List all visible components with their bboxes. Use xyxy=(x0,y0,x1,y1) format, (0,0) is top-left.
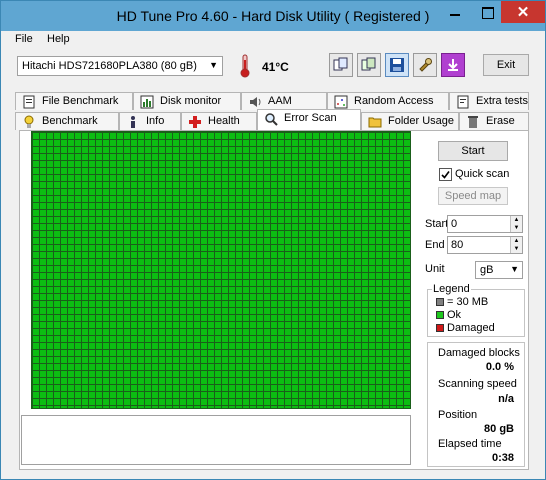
wrench-icon xyxy=(419,58,432,72)
tab-aam[interactable]: AAM xyxy=(241,92,327,110)
legend-item-ok: Ok xyxy=(436,309,461,321)
tab-health[interactable]: Health xyxy=(181,112,257,130)
tab-label: Disk monitor xyxy=(160,95,222,107)
scan-statistics: Damaged blocks 0.0 % Scanning speed n/a … xyxy=(427,342,525,467)
damaged-blocks-value: 0.0 % xyxy=(485,361,514,373)
tab-label: AAM xyxy=(268,95,292,107)
main-window: HD Tune Pro 4.60 - Hard Disk Utility ( R… xyxy=(0,0,546,480)
drive-select-value: Hitachi HDS721680PLA380 (80 gB) xyxy=(22,60,197,72)
legend-item-damaged: Damaged xyxy=(436,322,495,334)
menu-bar: File Help xyxy=(1,31,545,49)
speaker-icon xyxy=(250,97,261,107)
speed-map-button[interactable]: Speed map xyxy=(438,187,508,205)
end-field-value: 80 xyxy=(451,239,464,251)
menu-file[interactable]: File xyxy=(15,33,33,45)
chevron-down-icon: ▼ xyxy=(510,264,519,274)
random-access-icon xyxy=(334,95,348,109)
health-icon xyxy=(189,116,201,128)
copy-text-button[interactable] xyxy=(329,53,353,77)
options-button[interactable] xyxy=(413,53,437,77)
unit-select[interactable]: gB ▼ xyxy=(475,261,523,279)
exit-button[interactable]: Exit xyxy=(483,54,529,76)
info-icon xyxy=(131,116,135,128)
scanning-speed-label: Scanning speed xyxy=(438,378,517,390)
start-field[interactable]: 0 ▲ ▼ xyxy=(447,215,523,233)
legend-label: Damaged xyxy=(447,322,495,334)
tab-label: Health xyxy=(208,115,240,127)
tab-label: Random Access xyxy=(354,95,434,107)
start-field-value: 0 xyxy=(451,218,458,230)
benchmark-icon xyxy=(24,115,34,128)
chevron-down-icon: ▼ xyxy=(209,60,218,70)
copy-screenshot-button[interactable] xyxy=(357,53,381,77)
tab-disk-monitor[interactable]: Disk monitor xyxy=(133,92,241,110)
extra-tests-icon xyxy=(457,95,469,109)
position-label: Position xyxy=(438,409,478,421)
scan-block-map xyxy=(31,131,411,409)
tab-label: Erase xyxy=(486,115,515,127)
damaged-blocks-label: Damaged blocks xyxy=(438,347,520,359)
down-arrow-icon xyxy=(448,59,458,71)
tab-erase[interactable]: Erase xyxy=(459,112,529,130)
unit-select-value: gB xyxy=(480,264,494,276)
scan-log-box[interactable] xyxy=(21,415,411,465)
temperature-readout: 41°C xyxy=(262,60,289,74)
tab-random-access[interactable]: Random Access xyxy=(327,92,449,110)
maximize-button[interactable] xyxy=(471,1,503,23)
tab-label: Benchmark xyxy=(42,115,98,127)
elapsed-time-label: Elapsed time xyxy=(438,438,502,450)
legend-box: Legend = 30 MB Ok Damaged xyxy=(427,283,525,337)
drive-select[interactable]: Hitachi HDS721680PLA380 (80 gB) ▼ xyxy=(17,56,223,76)
tab-label: Error Scan xyxy=(284,112,337,124)
tab-file-benchmark[interactable]: File Benchmark xyxy=(15,92,133,110)
save-button[interactable] xyxy=(385,53,409,77)
legend-item-block-size: = 30 MB xyxy=(436,296,488,308)
tab-folder-usage[interactable]: Folder Usage xyxy=(361,112,459,130)
menu-help[interactable]: Help xyxy=(47,33,70,45)
legend-swatch xyxy=(436,311,444,319)
tab-benchmark[interactable]: Benchmark xyxy=(15,112,119,130)
start-field-label: Start xyxy=(425,218,449,230)
magnifier-icon xyxy=(265,113,278,126)
disk-monitor-icon xyxy=(140,95,154,109)
checkmark-icon xyxy=(441,171,450,179)
tab-label: File Benchmark xyxy=(42,95,119,107)
scanning-speed-value: n/a xyxy=(498,393,514,405)
folder-icon xyxy=(368,117,382,128)
unit-label: Unit xyxy=(425,263,445,275)
copy-image-icon xyxy=(361,57,376,71)
tab-label: Info xyxy=(146,115,165,127)
end-field-label: End xyxy=(425,239,445,251)
end-field[interactable]: 80 ▲ ▼ xyxy=(447,236,523,254)
legend-swatch xyxy=(436,324,444,332)
floppy-icon xyxy=(390,58,404,72)
end-spinner-buttons[interactable]: ▲ ▼ xyxy=(510,237,522,253)
legend-swatch xyxy=(436,298,444,306)
legend-label: = 30 MB xyxy=(447,296,489,308)
start-spinner-buttons[interactable]: ▲ ▼ xyxy=(510,216,522,232)
thermometer-icon xyxy=(240,54,250,78)
copy-icon xyxy=(333,57,348,71)
tab-info[interactable]: Info xyxy=(119,112,181,130)
legend-title: Legend xyxy=(432,283,471,295)
legend-label: Ok xyxy=(447,309,462,321)
title-bar[interactable]: HD Tune Pro 4.60 - Hard Disk Utility ( R… xyxy=(1,1,545,31)
tab-label: Extra tests xyxy=(476,95,528,107)
close-icon: ✕ xyxy=(516,4,530,21)
tab-error-scan[interactable]: Error Scan xyxy=(257,109,361,130)
tab-extra-tests[interactable]: Extra tests xyxy=(449,92,529,110)
download-button[interactable] xyxy=(441,53,465,77)
close-button[interactable]: ✕ xyxy=(501,1,545,23)
file-benchmark-icon xyxy=(23,95,35,109)
position-value: 80 gB xyxy=(484,423,514,435)
elapsed-time-value: 0:38 xyxy=(491,452,514,464)
tab-label: Folder Usage xyxy=(388,115,455,127)
minimize-button[interactable] xyxy=(439,1,471,23)
quick-scan-label: Quick scan xyxy=(455,168,510,180)
start-button[interactable]: Start xyxy=(438,141,508,161)
quick-scan-checkbox[interactable] xyxy=(439,168,452,181)
trash-icon xyxy=(468,116,478,128)
